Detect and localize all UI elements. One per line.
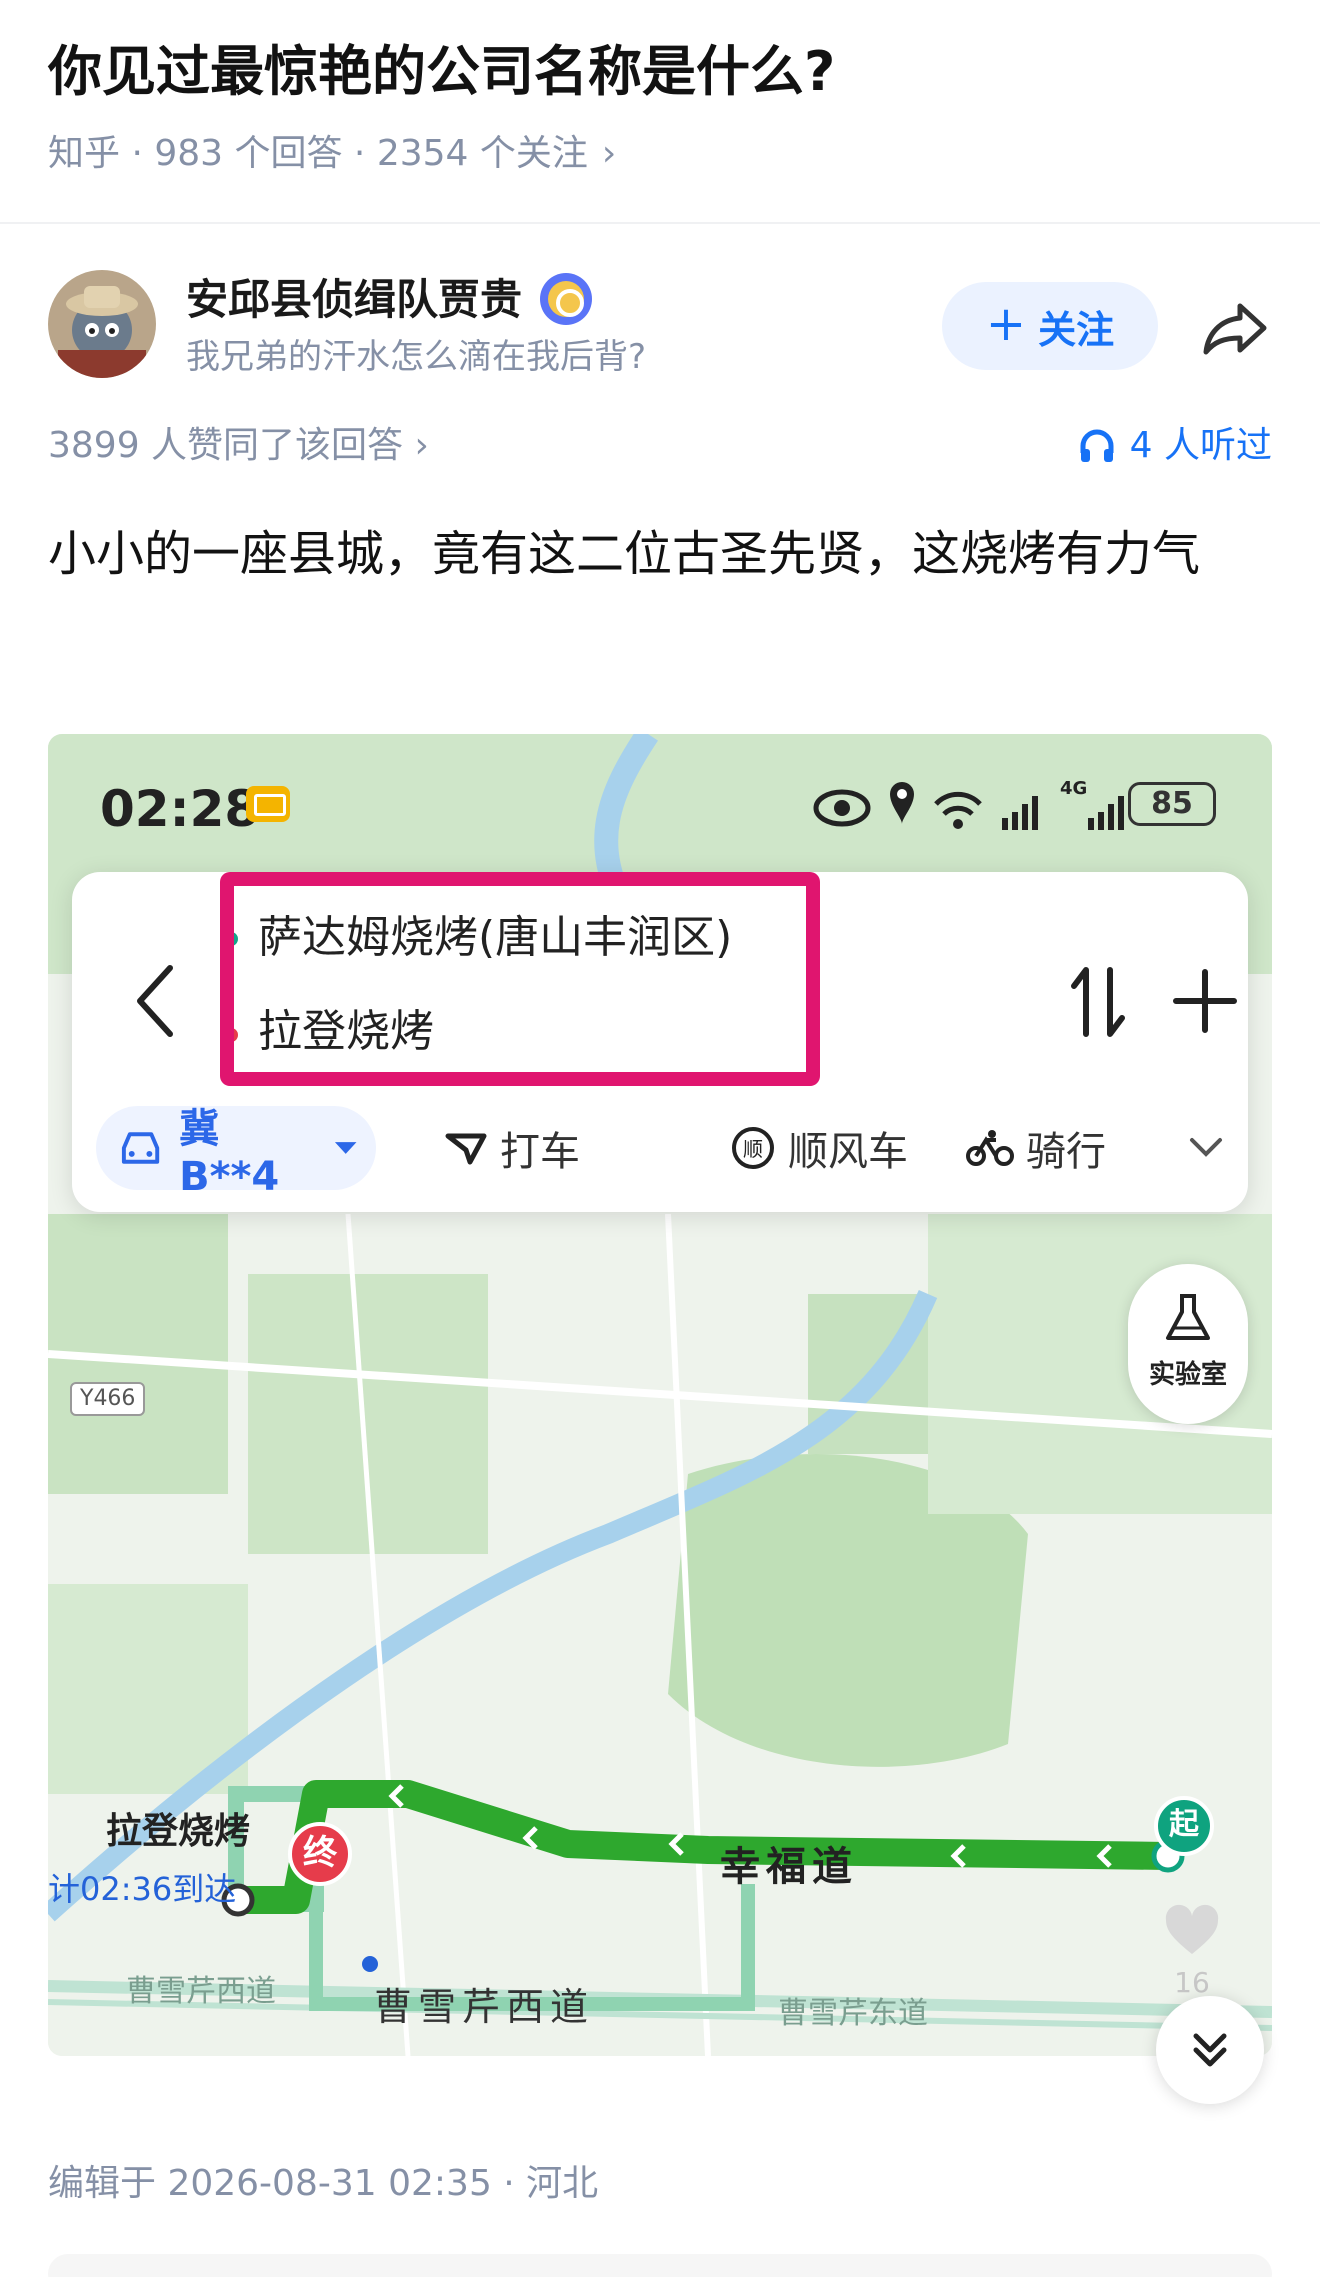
map-screenshot[interactable]: 02:28 4G 85 萨达姆烧烤(唐山丰润区) 拉登烧烤 冀B**4 打车 顺… xyxy=(48,734,1272,2056)
taxi-icon xyxy=(445,1133,487,1165)
mode-carpool-label: 顺风车 xyxy=(788,1129,908,1175)
mode-taxi-label: 打车 xyxy=(500,1129,580,1175)
carpool-icon: 顺 xyxy=(732,1127,774,1169)
bottom-bar xyxy=(48,2254,1272,2277)
plus-icon: + xyxy=(985,296,1027,352)
message-icon xyxy=(246,786,290,822)
zhihu-answer-page: 你见过最惊艳的公司名称是什么? 知乎 · 983 个回答 · 2354 个关注 ›… xyxy=(0,0,1320,2277)
like-count: 16 xyxy=(1174,1966,1210,1999)
question-meta[interactable]: 知乎 · 983 个回答 · 2354 个关注 › xyxy=(48,126,616,182)
listen-text: 4 人听过 xyxy=(1129,425,1272,466)
mode-carpool[interactable]: 顺 顺风车 xyxy=(730,1106,908,1190)
follow-label: 关注 xyxy=(1038,307,1115,352)
car-icon xyxy=(121,1132,160,1164)
bike-icon xyxy=(966,1130,1014,1166)
plate-label: 冀B**4 xyxy=(179,1106,280,1200)
road-label-secondary: 曹雪芹西道 xyxy=(374,1985,595,2029)
double-chevron-down-icon xyxy=(1193,2033,1227,2067)
question-meta-text: 知乎 · 983 个回答 · 2354 个关注 xyxy=(48,133,588,174)
avatar[interactable] xyxy=(48,270,156,378)
caret-down-icon xyxy=(334,1142,357,1154)
scroll-down-button[interactable] xyxy=(1156,1996,1264,2104)
travel-mode-row: 冀B**4 打车 顺 顺风车 骑行 xyxy=(96,1106,1236,1200)
lab-button[interactable]: 实验室 xyxy=(1128,1264,1248,1424)
mode-bike[interactable]: 骑行 xyxy=(966,1106,1106,1190)
road-label-west: 曹雪芹西道 xyxy=(126,1974,276,2009)
mode-car[interactable]: 冀B**4 xyxy=(96,1106,376,1200)
votes-text: 3899 人赞同了该回答 xyxy=(48,425,404,466)
mode-taxi[interactable]: 打车 xyxy=(444,1106,580,1190)
chevron-right-icon: › xyxy=(601,133,617,174)
back-icon[interactable] xyxy=(126,956,186,1046)
divider xyxy=(0,222,1320,224)
signal-type: 4G xyxy=(1060,778,1088,799)
question-title[interactable]: 你见过最惊艳的公司名称是什么? xyxy=(48,36,1248,108)
road-label-east: 曹雪芹东道 xyxy=(778,1996,928,2031)
listen-count[interactable]: 4 人听过 xyxy=(1078,420,1272,472)
status-time: 02:28 xyxy=(100,780,260,838)
destination-label: 拉登烧烤 xyxy=(106,1811,251,1852)
end-marker: 终 xyxy=(288,1822,352,1886)
chevron-down-icon[interactable] xyxy=(1186,1132,1226,1162)
add-stop-icon[interactable] xyxy=(1172,968,1238,1034)
route-card: 萨达姆烧烤(唐山丰润区) 拉登烧烤 冀B**4 打车 顺 顺风车 骑行 xyxy=(72,872,1248,1212)
answer-text: 小小的一座县城，竟有这二位古圣先贤，这烧烤有力气 xyxy=(48,526,1201,582)
eta-label: 计02:36到达 xyxy=(48,1870,237,1908)
start-marker: 起 xyxy=(1154,1796,1214,1856)
author-name[interactable]: 安邱县侦缉队贾贵 xyxy=(186,270,593,330)
author-name-text: 安邱县侦缉队贾贵 xyxy=(186,275,523,324)
share-icon[interactable] xyxy=(1200,292,1272,364)
lab-label: 实验室 xyxy=(1148,1360,1227,1390)
road-number-tag: Y466 xyxy=(70,1382,146,1416)
like-button[interactable]: 16 xyxy=(1162,1904,1222,1999)
chevron-right-icon: › xyxy=(414,425,429,466)
swap-icon[interactable] xyxy=(1068,962,1128,1042)
heart-icon xyxy=(1165,1904,1219,1954)
votes-link[interactable]: 3899 人赞同了该回答 › xyxy=(48,420,429,472)
follow-button[interactable]: + 关注 xyxy=(942,282,1158,370)
headphones-icon xyxy=(1080,429,1114,462)
mode-bike-label: 骑行 xyxy=(1026,1129,1106,1175)
badge-icon xyxy=(540,272,593,325)
road-label-main: 幸福道 xyxy=(720,1844,858,1890)
edit-info: 编辑于 2026-08-31 02:35 · 河北 xyxy=(48,2163,599,2204)
flask-icon xyxy=(1166,1294,1210,1340)
battery-indicator: 85 xyxy=(1128,782,1216,826)
svg-text:顺: 顺 xyxy=(743,1137,763,1161)
highlight-annotation xyxy=(220,872,820,1086)
author-bio: 我兄弟的汗水怎么滴在我后背? xyxy=(186,337,647,377)
